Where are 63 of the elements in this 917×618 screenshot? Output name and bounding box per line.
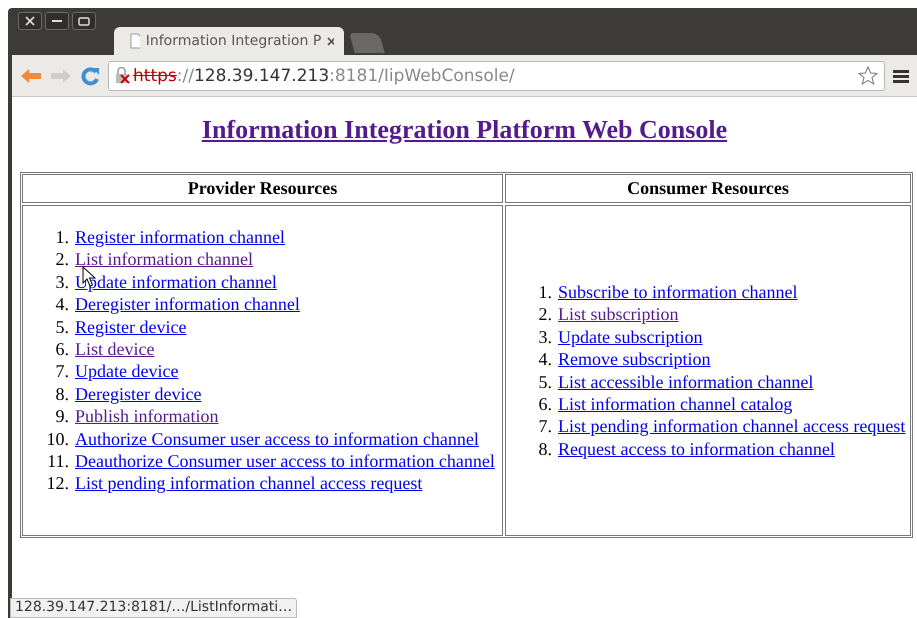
resource-link[interactable]: List pending information channel access request xyxy=(558,416,906,436)
item-number: 5. xyxy=(538,370,553,393)
tab-title: Information Integration P xyxy=(146,33,322,49)
item-number: 3. xyxy=(54,270,70,294)
broken-lock-icon xyxy=(115,66,131,84)
page-title-link[interactable]: Information Integration Platform Web Console xyxy=(202,115,728,145)
item-number: 11. xyxy=(46,450,70,472)
item-number: 12. xyxy=(46,472,70,495)
page-icon xyxy=(130,33,140,49)
item-number: 6. xyxy=(54,338,70,360)
item-number: 7. xyxy=(54,360,70,383)
column-heading: Consumer Resources xyxy=(505,174,911,203)
resource-link[interactable]: List information channel catalog xyxy=(558,394,792,414)
browser-tab[interactable]: Information Integration P xyxy=(114,27,344,55)
close-icon xyxy=(25,16,35,26)
back-arrow-icon xyxy=(20,68,42,84)
resource-link[interactable]: Update device xyxy=(75,361,178,382)
reload-icon xyxy=(80,66,100,86)
item-number: 6. xyxy=(538,392,553,416)
maximize-button[interactable] xyxy=(72,12,96,30)
resource-link[interactable]: List device xyxy=(75,339,154,360)
item-number: 8. xyxy=(54,382,70,406)
item-number: 8. xyxy=(538,438,553,460)
item-number: 4. xyxy=(54,293,70,316)
reload-button[interactable] xyxy=(80,66,100,86)
resource-link[interactable]: Deregister device xyxy=(75,384,202,404)
resource-link[interactable]: Subscribe to information channel xyxy=(558,282,798,302)
resource-link[interactable]: Register device xyxy=(75,316,186,337)
resource-link[interactable]: Request access to information channel xyxy=(558,438,835,459)
menu-icon xyxy=(893,68,909,82)
item-number: 7. xyxy=(538,415,553,438)
maximize-icon xyxy=(78,16,90,26)
minimize-button[interactable] xyxy=(45,12,69,30)
close-button[interactable] xyxy=(18,12,42,30)
status-bar: 128.39.147.213:8181/…/ListInformati… xyxy=(10,598,298,618)
resource-link[interactable]: Authorize Consumer user access to information channel xyxy=(75,428,479,449)
star-icon[interactable] xyxy=(858,66,878,85)
resource-link[interactable]: Deregister information channel xyxy=(75,294,300,314)
resource-link[interactable]: Deauthorize Consumer user access to information channel xyxy=(75,451,495,472)
resource-link[interactable]: List accessible information channel xyxy=(558,372,814,392)
item-number: 4. xyxy=(538,348,553,370)
resource-link[interactable]: List information channel xyxy=(75,249,253,270)
close-icon[interactable] xyxy=(327,36,334,46)
item-number: 2. xyxy=(538,303,553,326)
item-number: 2. xyxy=(54,248,70,271)
item-number: 3. xyxy=(538,326,553,348)
resource-link[interactable]: Register information channel xyxy=(75,227,285,247)
resource-link[interactable]: Update subscription xyxy=(558,326,702,347)
resource-link[interactable]: Remove subscription xyxy=(558,349,710,370)
address-bar[interactable]: https://128.39.147.213:8181/IipWebConsole/ xyxy=(108,60,885,90)
item-number: 10. xyxy=(46,428,70,450)
resource-link[interactable]: Publish information xyxy=(75,406,218,426)
resource-link[interactable]: List pending information channel access request xyxy=(75,473,422,494)
item-number: 1. xyxy=(538,280,553,304)
menu-button[interactable] xyxy=(893,68,909,82)
forward-arrow-icon xyxy=(50,68,72,84)
item-number: 9. xyxy=(54,405,70,428)
resource-link[interactable]: List subscription xyxy=(558,304,678,324)
item-number: 1. xyxy=(54,226,70,248)
minimize-icon xyxy=(52,20,62,22)
item-number: 5. xyxy=(54,316,70,338)
url-text: https://128.39.147.213:8181/IipWebConsole/ xyxy=(133,66,516,86)
column-heading: Provider Resources xyxy=(22,174,503,203)
